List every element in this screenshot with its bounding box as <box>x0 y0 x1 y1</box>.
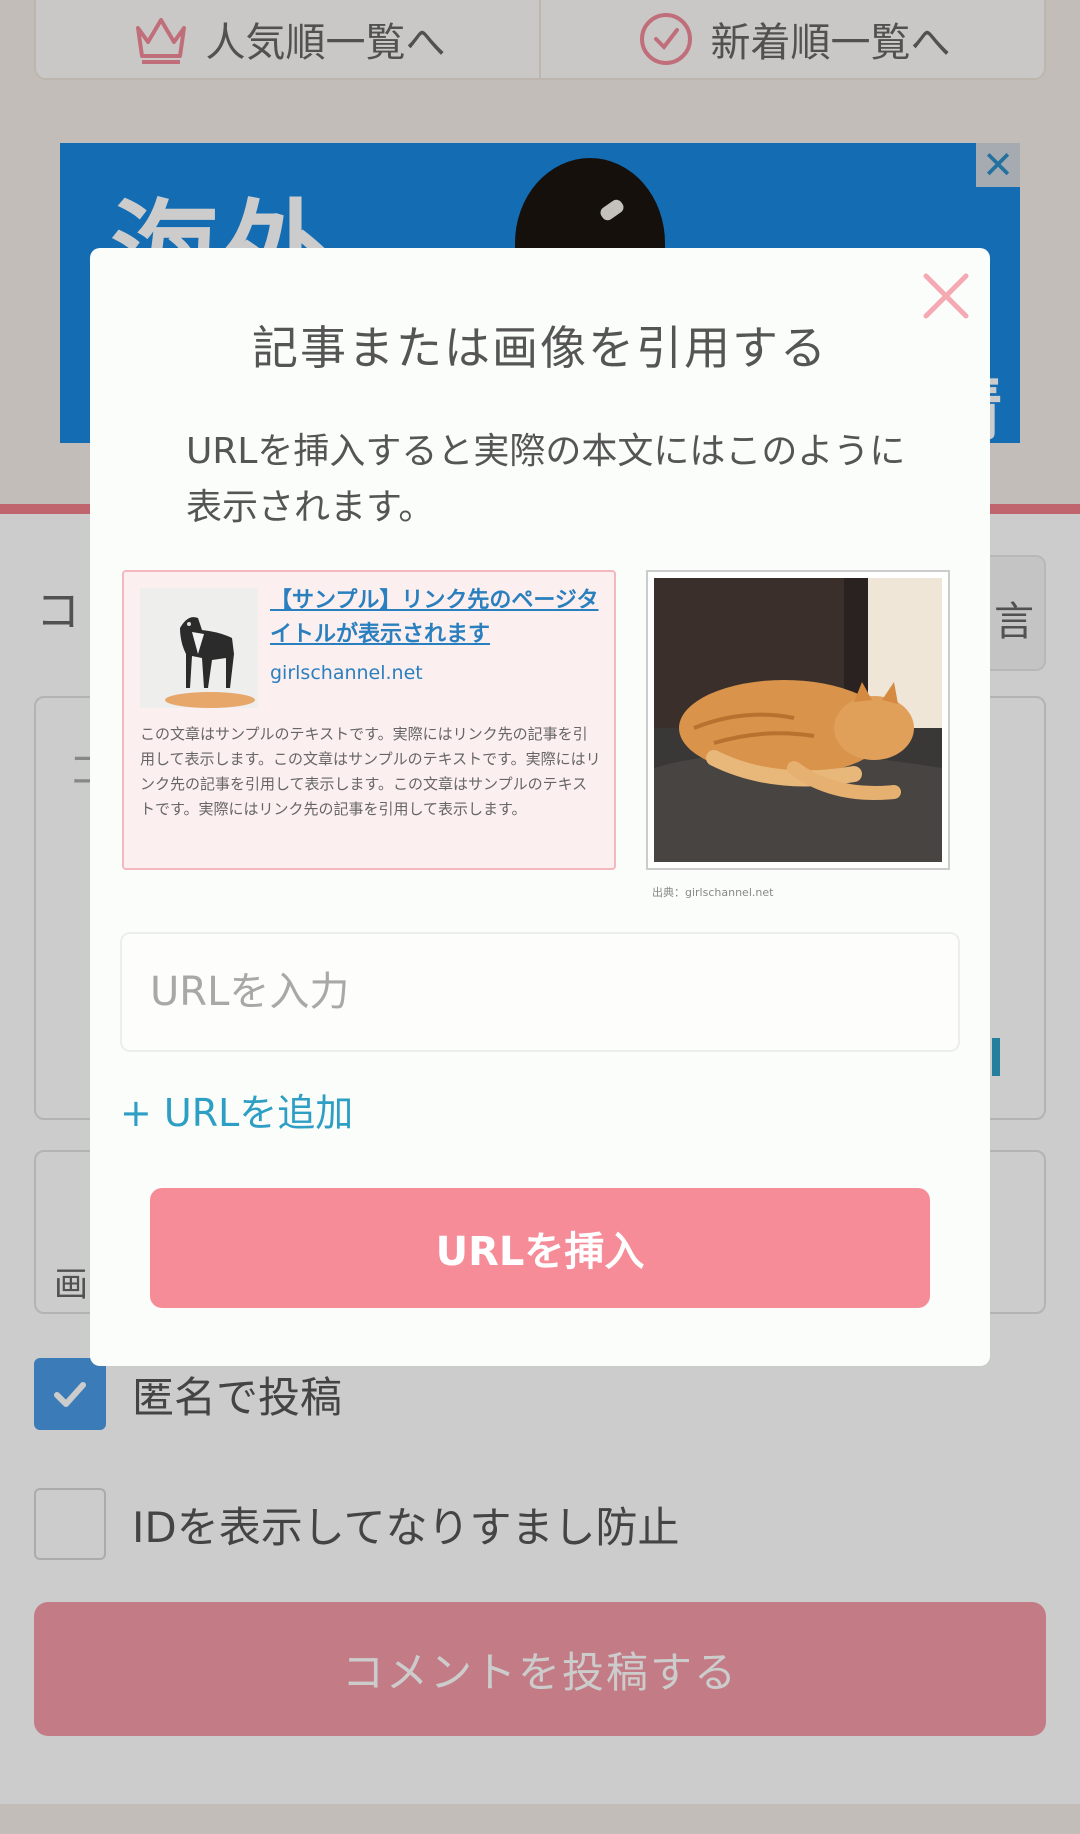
sample-cat-photo <box>646 570 950 870</box>
sample-link-card: 【サンプル】リンク先のページタイトルが表示されます girlschannel.n… <box>122 570 616 870</box>
sample-photo-caption: 出典：girlschannel.net <box>652 886 774 899</box>
sample-link-title: 【サンプル】リンク先のページタイトルが表示されます <box>270 588 599 647</box>
sample-dog-thumbnail <box>140 588 258 708</box>
add-url-link[interactable]: + URLを追加 <box>120 1082 353 1137</box>
modal-title: 記事または画像を引用する <box>252 321 828 375</box>
sample-link-domain: girlschannel.net <box>270 662 423 684</box>
sample-link-body: この文章はサンプルのテキストです。実際にはリンク先の記事を引用して表示します。こ… <box>140 725 601 818</box>
url-input[interactable] <box>120 932 960 1052</box>
insert-url-button[interactable]: URLを挿入 <box>150 1188 930 1308</box>
quote-modal: 記事または画像を引用する URLを挿入すると実際の本文にはこのように表示されます… <box>90 248 990 1366</box>
modal-description: URLを挿入すると実際の本文にはこのように表示されます。 <box>186 431 906 528</box>
